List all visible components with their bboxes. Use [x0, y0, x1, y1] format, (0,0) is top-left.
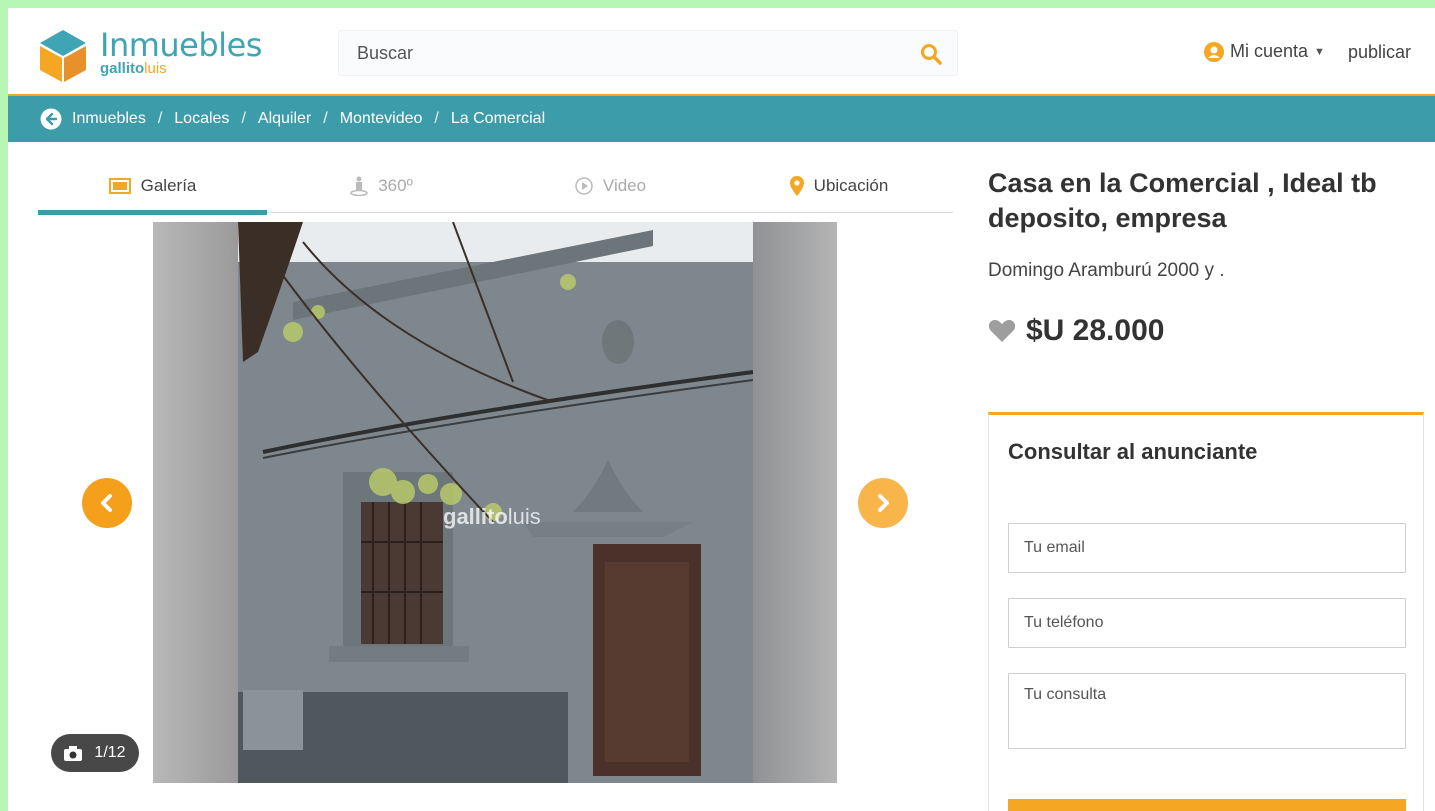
email-field[interactable]: [1008, 523, 1406, 573]
gallery-next-button[interactable]: [858, 478, 908, 528]
logo-subtitle: gallitoluis: [100, 60, 167, 77]
play-icon: [575, 176, 593, 195]
tab-label: 360º: [378, 175, 413, 195]
site-header: Inmuebles gallitoluis Mi cuenta ▼ public…: [8, 8, 1435, 96]
breadcrumb-separator: /: [157, 110, 163, 127]
property-photo: [153, 222, 837, 783]
search-bar: [338, 30, 958, 76]
watermark-bold: gallito: [443, 504, 508, 529]
contact-form: Consultar al anunciante: [988, 412, 1424, 811]
submit-button[interactable]: [1008, 799, 1406, 811]
camera-icon: [64, 745, 83, 761]
account-label: Mi cuenta: [1230, 41, 1309, 61]
logo-title: Inmuebles: [100, 26, 262, 64]
gallery-photo[interactable]: gallitoluis: [153, 222, 837, 783]
search-icon[interactable]: [919, 42, 943, 66]
chevron-left-icon: [101, 494, 112, 512]
photo-counter-text: 1/12: [94, 744, 126, 761]
breadcrumb-item-montevideo[interactable]: Montevideo: [340, 110, 423, 128]
price-row: $U 28.000: [988, 314, 1164, 348]
breadcrumb-item-la-comercial[interactable]: La Comercial: [451, 110, 545, 128]
tab-active-indicator: [38, 210, 267, 215]
phone-field[interactable]: [1008, 598, 1406, 648]
heart-icon[interactable]: [988, 319, 1016, 343]
gallery-prev-button[interactable]: [82, 478, 132, 528]
tab-ubicacion[interactable]: Ubicación: [725, 158, 953, 213]
breadcrumb-item-alquiler[interactable]: Alquiler: [258, 110, 311, 128]
tab-video[interactable]: Video: [496, 158, 725, 213]
logo-subtitle-light: luis: [144, 60, 167, 77]
listing-price: $U 28.000: [1026, 314, 1165, 347]
breadcrumb: Inmuebles / Locales / Alquiler / Montevi…: [8, 96, 1435, 142]
media-tabs: Galería 360º Video Ubicación: [38, 158, 953, 215]
house-cube-logo-icon: [40, 30, 86, 82]
account-menu[interactable]: Mi cuenta ▼: [1204, 41, 1325, 62]
message-field[interactable]: [1008, 673, 1406, 749]
breadcrumb-separator: /: [241, 110, 246, 127]
person-360-icon: [350, 176, 368, 196]
tab-label: Ubicación: [813, 175, 889, 195]
watermark-light: luis: [507, 504, 541, 529]
tab-label: Galería: [140, 175, 197, 195]
search-input[interactable]: [339, 31, 899, 75]
tab-360[interactable]: 360º: [267, 158, 496, 213]
breadcrumb-separator: /: [323, 110, 328, 127]
breadcrumb-item-locales[interactable]: Locales: [174, 110, 229, 128]
back-arrow-icon[interactable]: [40, 108, 62, 130]
tab-galeria[interactable]: Galería: [38, 158, 267, 213]
site-logo[interactable]: Inmuebles gallitoluis: [38, 26, 278, 86]
breadcrumb-item-inmuebles[interactable]: Inmuebles: [72, 110, 146, 128]
map-pin-icon: [789, 175, 804, 196]
page: Inmuebles gallitoluis Mi cuenta ▼ public…: [8, 8, 1435, 811]
contact-form-title: Consultar al anunciante: [1008, 439, 1258, 464]
breadcrumb-separator: /: [434, 110, 439, 127]
listing-address: Domingo Aramburú 2000 y .: [988, 260, 1225, 281]
tab-label: Video: [602, 175, 647, 195]
user-circle-icon: [1204, 41, 1224, 62]
photo-counter-badge: 1/12: [51, 734, 139, 772]
listing-title: Casa en la Comercial , Ideal tb deposito…: [988, 168, 1377, 233]
chevron-down-icon: ▼: [1314, 45, 1325, 58]
gallery-watermark: gallitoluis: [443, 504, 541, 530]
logo-subtitle-bold: gallito: [100, 60, 145, 77]
chevron-right-icon: [878, 494, 889, 512]
gallery-icon: [108, 177, 131, 194]
publish-link[interactable]: publicar: [1348, 42, 1411, 63]
